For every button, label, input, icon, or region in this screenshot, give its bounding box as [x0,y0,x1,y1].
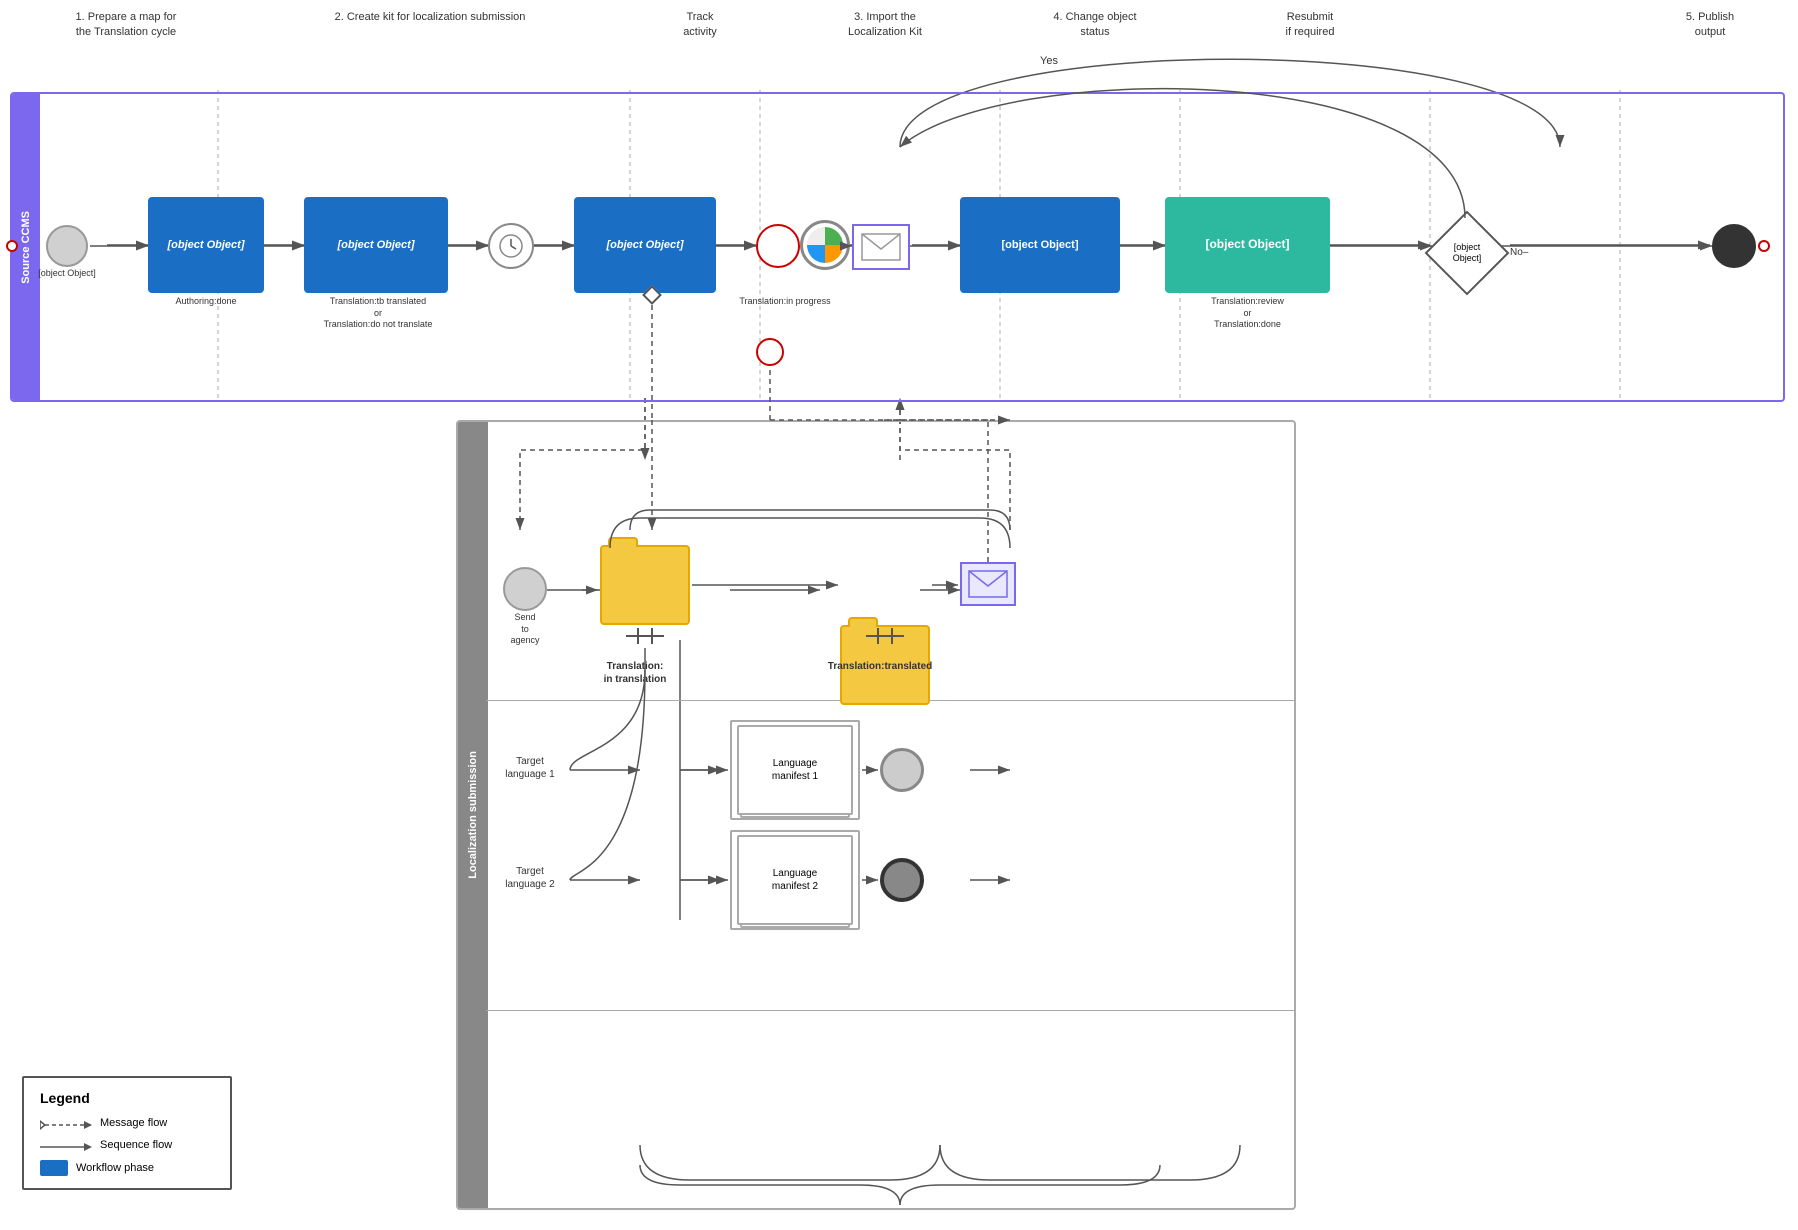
lang-manifest-2: Languagemanifest 2 [730,830,860,930]
progress-circle-icon [800,220,850,270]
diagram-container: 1. Prepare a map forthe Translation cycl… [0,0,1798,1230]
in-progress-label: Translation:in progress [720,296,850,306]
retrans-diamond: [object Object] [1432,218,1502,288]
finalize-node: [object Object] [148,197,264,293]
send-to-agency-circle [503,567,547,611]
tb-translated-label: Translation:tb translatedorTranslation:d… [298,296,458,331]
folder-2-connector [866,628,904,644]
no-label: No– [1510,247,1528,258]
lang-manifest-1: Languagemanifest 1 [730,720,860,820]
generate-kit-node: [object Object] [574,197,716,293]
phase6-label: Resubmitif required [1190,10,1430,41]
phase2-label: 2. Create kit for localization submissio… [230,10,630,25]
red-circle-1 [756,224,800,268]
send-to-agency-label: Sendtoagency [490,612,560,647]
envelope-loc [960,562,1016,606]
in-translation-label: Translation:in translation [575,660,695,686]
import-kit-node: [object Object] [960,197,1120,293]
red-circle-2 [756,338,784,366]
phase3-label: Trackactivity [640,10,760,41]
clock-icon-1 [488,223,534,269]
phase1-label: 1. Prepare a map forthe Translation cycl… [36,10,216,41]
translated-label: Translation:translated [820,660,940,673]
legend-sequence-flow: Sequence flow [40,1138,214,1152]
receive-request-label: [object Object] [30,268,104,280]
legend-workflow-phase: Workflow phase [40,1160,214,1176]
end-circle [1712,224,1756,268]
folder-1 [600,545,690,625]
start-circle [46,225,88,267]
yes-label: Yes [1040,55,1058,67]
lang-2-end-circle [880,858,924,902]
review-done-label: Translation:revieworTranslation:done [1155,296,1340,331]
phase4-label: 3. Import theLocalization Kit [770,10,1000,41]
legend-message-flow: Message flow [40,1116,214,1130]
loc-swimlane-label: Localization submission [458,422,488,1208]
target-lang-2-label: Targetlanguage 2 [490,865,570,891]
create-manifest-node: [object Object] [304,197,448,293]
target-lang-1-label: Targetlanguage 1 [490,755,570,781]
end-red-dot [1758,240,1770,252]
phase7-label: 5. Publishoutput [1630,10,1790,41]
envelope-icon-workflow [852,224,910,270]
loc-submission-area: Localization submission [456,420,1296,1210]
legend-title: Legend [40,1090,214,1106]
authoring-done-label: Authoring:done [148,296,264,306]
optional-review-node: [object Object] [1165,197,1330,293]
legend-box: Legend Message flow Sequence flow [22,1076,232,1190]
loc-divider-2 [486,1010,1296,1011]
lang-1-end-circle [880,748,924,792]
start-red-dot [6,240,18,252]
folder-1-connector [626,628,664,644]
phase5-label: 4. Change objectstatus [1010,10,1180,41]
